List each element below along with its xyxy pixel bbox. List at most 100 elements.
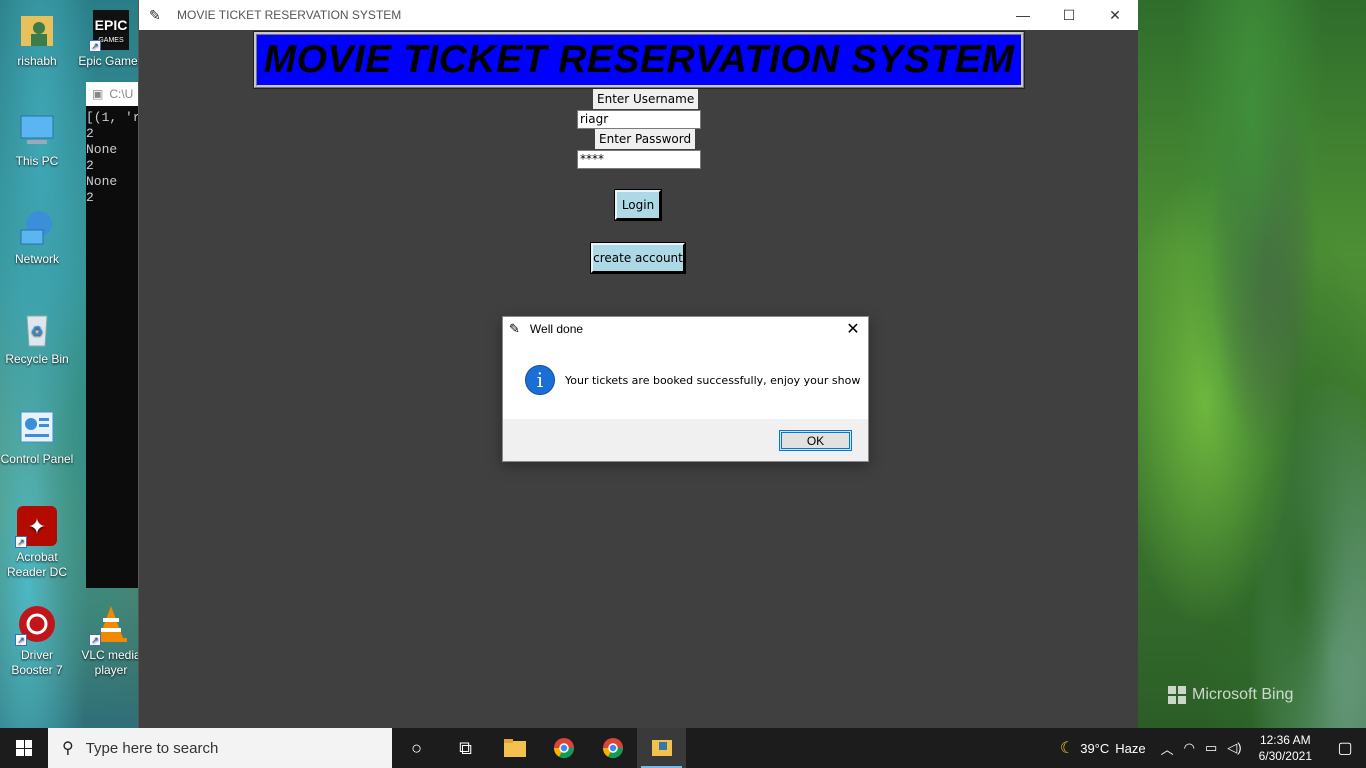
clock-date: 6/30/2021	[1258, 749, 1312, 763]
vlc-cone-icon: ↗	[89, 604, 131, 646]
desktop-icon-recycle-bin[interactable]: ♻ Recycle Bin	[0, 308, 74, 367]
console-icon: ▣	[92, 87, 104, 101]
epic-games-icon: EPIC GAMES ↗	[89, 10, 131, 52]
volume-icon[interactable]: ◁)	[1222, 740, 1246, 756]
weather-desc: Haze	[1115, 740, 1146, 756]
password-label: Enter Password	[595, 129, 696, 149]
minimize-button[interactable]: —	[1000, 0, 1046, 30]
shortcut-arrow-icon: ↗	[15, 634, 27, 646]
battery-icon[interactable]: ▭	[1200, 740, 1222, 756]
search-placeholder: Type here to search	[85, 739, 219, 757]
chrome-icon	[553, 738, 574, 759]
network-icon	[17, 208, 57, 248]
info-icon: i	[525, 365, 555, 395]
shortcut-arrow-icon: ↗	[89, 634, 101, 646]
chrome-button[interactable]	[588, 728, 637, 768]
desktop-icon-user-folder[interactable]: rishabh	[0, 10, 74, 69]
shortcut-arrow-icon: ↗	[15, 536, 27, 548]
maximize-button[interactable]: ☐	[1046, 0, 1092, 30]
recycle-bin-icon: ♻	[17, 308, 57, 348]
file-explorer-icon	[503, 739, 526, 757]
create-account-button[interactable]: create account	[590, 242, 686, 274]
notification-center-button[interactable]: ▢	[1324, 728, 1366, 768]
dialog-titlebar[interactable]: ✎ Well done ✕	[503, 317, 868, 341]
svg-text:✦: ✦	[28, 515, 46, 540]
bing-logo-icon	[1168, 686, 1186, 704]
user-folder-icon	[17, 10, 57, 50]
system-tray: ☾ 39°C Haze ︿ ◠ ▭ ◁) 12:36 AM 6/30/2021 …	[1050, 728, 1366, 768]
desktop-icon-acrobat[interactable]: ✦ ↗ Acrobat Reader DC	[0, 506, 74, 580]
task-view-icon: ⧉	[459, 737, 472, 758]
acrobat-icon: ✦ ↗	[15, 506, 57, 548]
task-view-button[interactable]: ⧉	[441, 728, 490, 768]
desktop-icon-this-pc[interactable]: This PC	[0, 110, 74, 169]
computer-icon	[17, 110, 57, 150]
weather-widget[interactable]: ☾ 39°C Haze	[1050, 738, 1156, 758]
tk-feather-icon: ✎	[149, 6, 161, 23]
cortana-icon: ○	[411, 737, 422, 758]
app-title: MOVIE TICKET RESERVATION SYSTEM	[177, 8, 402, 22]
header-banner: MOVIE TICKET RESERVATION SYSTEM	[253, 31, 1025, 89]
driver-booster-icon: ↗	[15, 604, 57, 646]
username-label: Enter Username	[593, 89, 699, 109]
clock-time: 12:36 AM	[1259, 733, 1311, 747]
chrome-profile-button[interactable]	[539, 728, 588, 768]
clock[interactable]: 12:36 AM 6/30/2021	[1247, 732, 1324, 764]
chevron-up-icon[interactable]: ︿	[1156, 739, 1179, 758]
wifi-icon[interactable]: ◠	[1179, 740, 1200, 756]
desktop-icon-vlc[interactable]: ↗ VLC media player	[74, 604, 148, 678]
notification-icon: ▢	[1337, 740, 1353, 757]
console-title: C:\U	[109, 87, 134, 101]
desktop-icon-label: This PC	[15, 154, 59, 168]
dialog-close-icon[interactable]: ✕	[838, 319, 868, 339]
windows-logo-icon	[16, 740, 32, 756]
desktop-icon-network[interactable]: Network	[0, 208, 74, 267]
desktop-icon-label: Epic Games	[78, 54, 144, 68]
desktop-icon-label: Driver Booster 7	[11, 648, 63, 677]
desktop-icon-driver-booster[interactable]: ↗ Driver Booster 7	[0, 604, 74, 678]
weather-temp: 39°C	[1080, 740, 1110, 756]
password-input[interactable]: ****	[577, 150, 701, 169]
dialog-title: Well done	[529, 322, 584, 336]
tk-feather-icon: ✎	[509, 321, 520, 336]
start-button[interactable]	[0, 728, 48, 768]
moon-haze-icon: ☾	[1059, 740, 1075, 757]
desktop-icon-label: Control Panel	[0, 452, 74, 466]
cortana-button[interactable]: ○	[392, 728, 441, 768]
search-icon: ⚲	[62, 740, 74, 757]
control-panel-icon	[17, 408, 57, 448]
desktop-icon-epic-games[interactable]: EPIC GAMES ↗ Epic Games	[74, 10, 148, 69]
desktop-icon-label: Network	[14, 252, 59, 266]
success-dialog: ✎ Well done ✕ i Your tickets are booked …	[502, 316, 869, 462]
dialog-footer: OK	[503, 419, 868, 461]
svg-text:EPIC: EPIC	[95, 17, 128, 33]
python-app-button[interactable]	[637, 728, 686, 768]
desktop-wallpaper-right	[1138, 0, 1366, 728]
close-button[interactable]: ✕	[1092, 0, 1138, 30]
chrome-icon	[602, 738, 623, 759]
username-input[interactable]: riagr	[577, 110, 701, 129]
desktop-icon-label: VLC media player	[81, 648, 141, 677]
bing-watermark: Microsoft Bing	[1168, 686, 1293, 704]
bing-text: Microsoft Bing	[1192, 686, 1294, 703]
dialog-message: Your tickets are booked successfully, en…	[565, 373, 861, 387]
desktop-icon-label: rishabh	[17, 54, 57, 68]
desktop-icon-label: Recycle Bin	[5, 352, 69, 366]
taskbar-search[interactable]: ⚲ Type here to search	[48, 728, 392, 768]
console-window[interactable]: ▣ C:\U [(1, 'r 2 None 2 None 2	[86, 82, 138, 588]
svg-text:♻: ♻	[31, 323, 44, 339]
console-output: [(1, 'r 2 None 2 None 2	[86, 110, 138, 205]
console-titlebar[interactable]: ▣ C:\U	[86, 82, 138, 106]
taskbar: ⚲ Type here to search ○ ⧉ ☾ 39°C Haze ︿ …	[0, 728, 1366, 768]
ok-button[interactable]: OK	[779, 430, 852, 451]
python-icon	[651, 740, 672, 756]
banner-title: MOVIE TICKET RESERVATION SYSTEM	[263, 38, 1015, 81]
login-button[interactable]: Login	[614, 189, 662, 221]
svg-text:GAMES: GAMES	[98, 37, 124, 44]
file-explorer-button[interactable]	[490, 728, 539, 768]
dialog-body: i Your tickets are booked successfully, …	[503, 341, 868, 419]
shortcut-arrow-icon: ↗	[89, 40, 101, 52]
desktop-icon-label: Acrobat Reader DC	[6, 550, 68, 579]
app-titlebar[interactable]: ✎ MOVIE TICKET RESERVATION SYSTEM — ☐ ✕	[139, 0, 1138, 30]
desktop-icon-control-panel[interactable]: Control Panel	[0, 408, 74, 467]
